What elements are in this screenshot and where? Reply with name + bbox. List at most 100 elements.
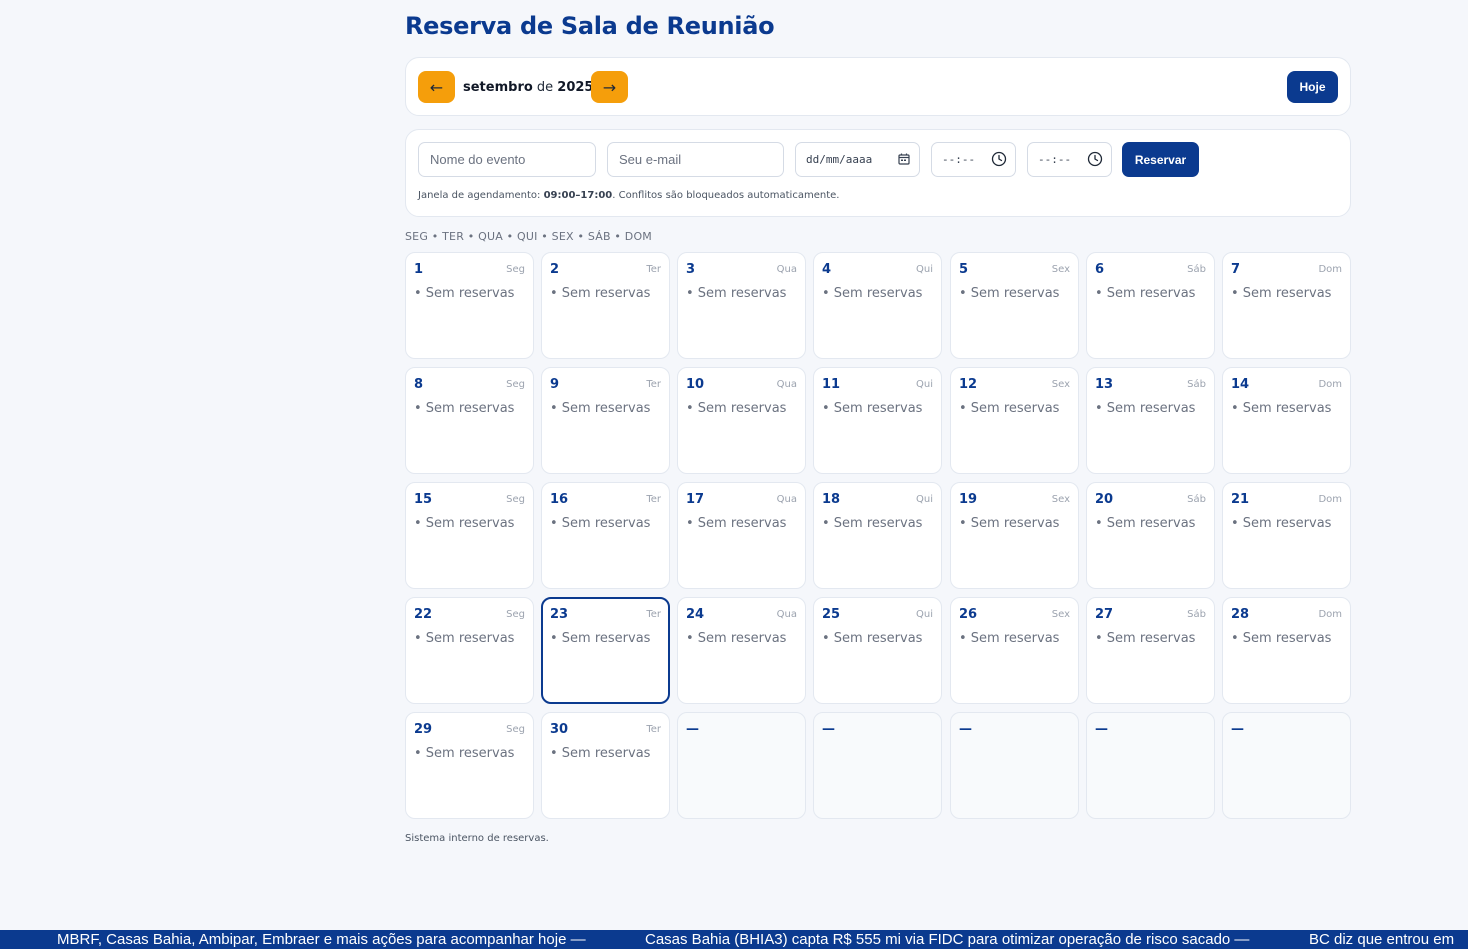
calendar-day-cell[interactable]: 24 Qua • Sem reservas — [677, 597, 806, 704]
calendar-day-cell[interactable]: 18 Qui • Sem reservas — [813, 482, 942, 589]
no-reservations-text: • Sem reservas — [1231, 516, 1332, 531]
month-connector: de — [532, 80, 558, 95]
calendar-day-cell[interactable]: 12 Sex • Sem reservas — [950, 367, 1079, 474]
calendar-day-cell[interactable]: 13 Sáb • Sem reservas — [1086, 367, 1215, 474]
calendar-day-cell[interactable]: 25 Qui • Sem reservas — [813, 597, 942, 704]
calendar-empty-cell: — — [813, 712, 942, 819]
reserve-button[interactable]: Reservar — [1122, 142, 1199, 177]
no-reservations-text: • Sem reservas — [959, 401, 1060, 416]
calendar-day-cell[interactable]: 5 Sex • Sem reservas — [950, 252, 1079, 359]
day-number: 26 — [959, 607, 978, 622]
calendar-day-cell[interactable]: 7 Dom • Sem reservas — [1222, 252, 1351, 359]
day-weekday: Qua — [776, 264, 797, 275]
calendar-day-cell[interactable]: 17 Qua • Sem reservas — [677, 482, 806, 589]
previous-month-button[interactable]: ← — [418, 71, 455, 103]
calendar-day-cell[interactable]: 2 Ter • Sem reservas — [541, 252, 670, 359]
day-weekday: Seg — [506, 609, 525, 620]
calendar-day-cell[interactable]: 21 Dom • Sem reservas — [1222, 482, 1351, 589]
day-weekday: Sáb — [1187, 494, 1206, 505]
empty-placeholder: — — [959, 722, 972, 737]
no-reservations-text: • Sem reservas — [686, 401, 787, 416]
calendar-day-cell-today[interactable]: 23 Ter • Sem reservas — [541, 597, 670, 704]
calendar-day-cell[interactable]: 4 Qui • Sem reservas — [813, 252, 942, 359]
calendar-empty-cell: — — [677, 712, 806, 819]
month-name: setembro — [463, 80, 533, 95]
email-input[interactable]: Seu e-mail — [607, 142, 784, 177]
day-weekday: Sex — [1051, 609, 1070, 620]
day-number: 25 — [822, 607, 841, 622]
day-weekday: Sex — [1051, 494, 1070, 505]
calendar-day-cell[interactable]: 22 Seg • Sem reservas — [405, 597, 534, 704]
day-number: 10 — [686, 377, 705, 392]
calendar-day-cell[interactable]: 9 Ter • Sem reservas — [541, 367, 670, 474]
booking-form: Nome do evento Seu e-mail dd/mm/aaaa --:… — [405, 129, 1351, 217]
day-weekday: Ter — [646, 379, 661, 390]
day-number: 7 — [1231, 262, 1241, 277]
calendar-day-cell[interactable]: 16 Ter • Sem reservas — [541, 482, 670, 589]
calendar-empty-cell: — — [1086, 712, 1215, 819]
clock-icon[interactable] — [1087, 151, 1103, 167]
calendar-day-cell[interactable]: 8 Seg • Sem reservas — [405, 367, 534, 474]
news-ticker: MBRF, Casas Bahia, Ambipar, Embraer e ma… — [0, 930, 1468, 949]
date-value: dd/mm/aaaa — [806, 153, 873, 166]
empty-placeholder: — — [1231, 722, 1244, 737]
calendar-day-cell[interactable]: 20 Sáb • Sem reservas — [1086, 482, 1215, 589]
calendar-day-cell[interactable]: 29 Seg • Sem reservas — [405, 712, 534, 819]
calendar-day-cell[interactable]: 28 Dom • Sem reservas — [1222, 597, 1351, 704]
day-weekday: Ter — [646, 609, 661, 620]
day-number: 5 — [959, 262, 969, 277]
calendar-day-cell[interactable]: 14 Dom • Sem reservas — [1222, 367, 1351, 474]
day-number: 24 — [686, 607, 705, 622]
calendar-day-cell[interactable]: 27 Sáb • Sem reservas — [1086, 597, 1215, 704]
calendar-day-cell[interactable]: 26 Sex • Sem reservas — [950, 597, 1079, 704]
today-button[interactable]: Hoje — [1287, 71, 1338, 103]
day-weekday: Dom — [1318, 379, 1342, 390]
day-number: 13 — [1095, 377, 1114, 392]
no-reservations-text: • Sem reservas — [414, 631, 515, 646]
no-reservations-text: • Sem reservas — [550, 746, 651, 761]
day-number: 15 — [414, 492, 433, 507]
ticker-headline[interactable]: MBRF, Casas Bahia, Ambipar, Embraer e ma… — [57, 931, 586, 948]
day-number: 1 — [414, 262, 424, 277]
end-time-value: --:-- — [1038, 153, 1072, 166]
day-number: 14 — [1231, 377, 1250, 392]
event-name-input[interactable]: Nome do evento — [418, 142, 596, 177]
end-time-input[interactable]: --:-- — [1027, 142, 1112, 177]
day-number: 21 — [1231, 492, 1250, 507]
calendar-day-cell[interactable]: 19 Sex • Sem reservas — [950, 482, 1079, 589]
date-input[interactable]: dd/mm/aaaa — [795, 142, 920, 177]
day-weekday: Sáb — [1187, 264, 1206, 275]
empty-placeholder: — — [686, 722, 699, 737]
no-reservations-text: • Sem reservas — [414, 516, 515, 531]
start-time-input[interactable]: --:-- — [931, 142, 1016, 177]
calendar-empty-cell: — — [950, 712, 1079, 819]
calendar-day-cell[interactable]: 11 Qui • Sem reservas — [813, 367, 942, 474]
page-title: Reserva de Sala de Reunião — [405, 12, 775, 40]
calendar-grid: 1 Seg • Sem reservas 2 Ter • Sem reservas 3 Qua… — [405, 252, 1351, 820]
day-weekday: Seg — [506, 724, 525, 735]
day-weekday: Qui — [916, 379, 933, 390]
no-reservations-text: • Sem reservas — [686, 631, 787, 646]
calendar-day-cell[interactable]: 3 Qua • Sem reservas — [677, 252, 806, 359]
calendar-day-cell[interactable]: 15 Seg • Sem reservas — [405, 482, 534, 589]
calendar-day-cell[interactable]: 30 Ter • Sem reservas — [541, 712, 670, 819]
next-month-button[interactable]: → — [591, 71, 628, 103]
no-reservations-text: • Sem reservas — [822, 286, 923, 301]
day-weekday: Ter — [646, 264, 661, 275]
day-weekday: Sáb — [1187, 379, 1206, 390]
day-weekday: Sex — [1051, 264, 1070, 275]
clock-icon[interactable] — [991, 151, 1007, 167]
calendar-day-cell[interactable]: 10 Qua • Sem reservas — [677, 367, 806, 474]
calendar-icon[interactable] — [897, 152, 911, 166]
no-reservations-text: • Sem reservas — [822, 401, 923, 416]
ticker-headline[interactable]: Casas Bahia (BHIA3) capta R$ 555 mi via … — [645, 931, 1249, 948]
day-number: 11 — [822, 377, 841, 392]
day-number: 3 — [686, 262, 696, 277]
calendar-day-cell[interactable]: 6 Sáb • Sem reservas — [1086, 252, 1215, 359]
day-number: 16 — [550, 492, 569, 507]
ticker-headline[interactable]: BC diz que entrou em — [1309, 931, 1454, 948]
no-reservations-text: • Sem reservas — [1095, 631, 1196, 646]
hint-prefix: Janela de agendamento: — [418, 190, 544, 201]
no-reservations-text: • Sem reservas — [686, 516, 787, 531]
calendar-day-cell[interactable]: 1 Seg • Sem reservas — [405, 252, 534, 359]
